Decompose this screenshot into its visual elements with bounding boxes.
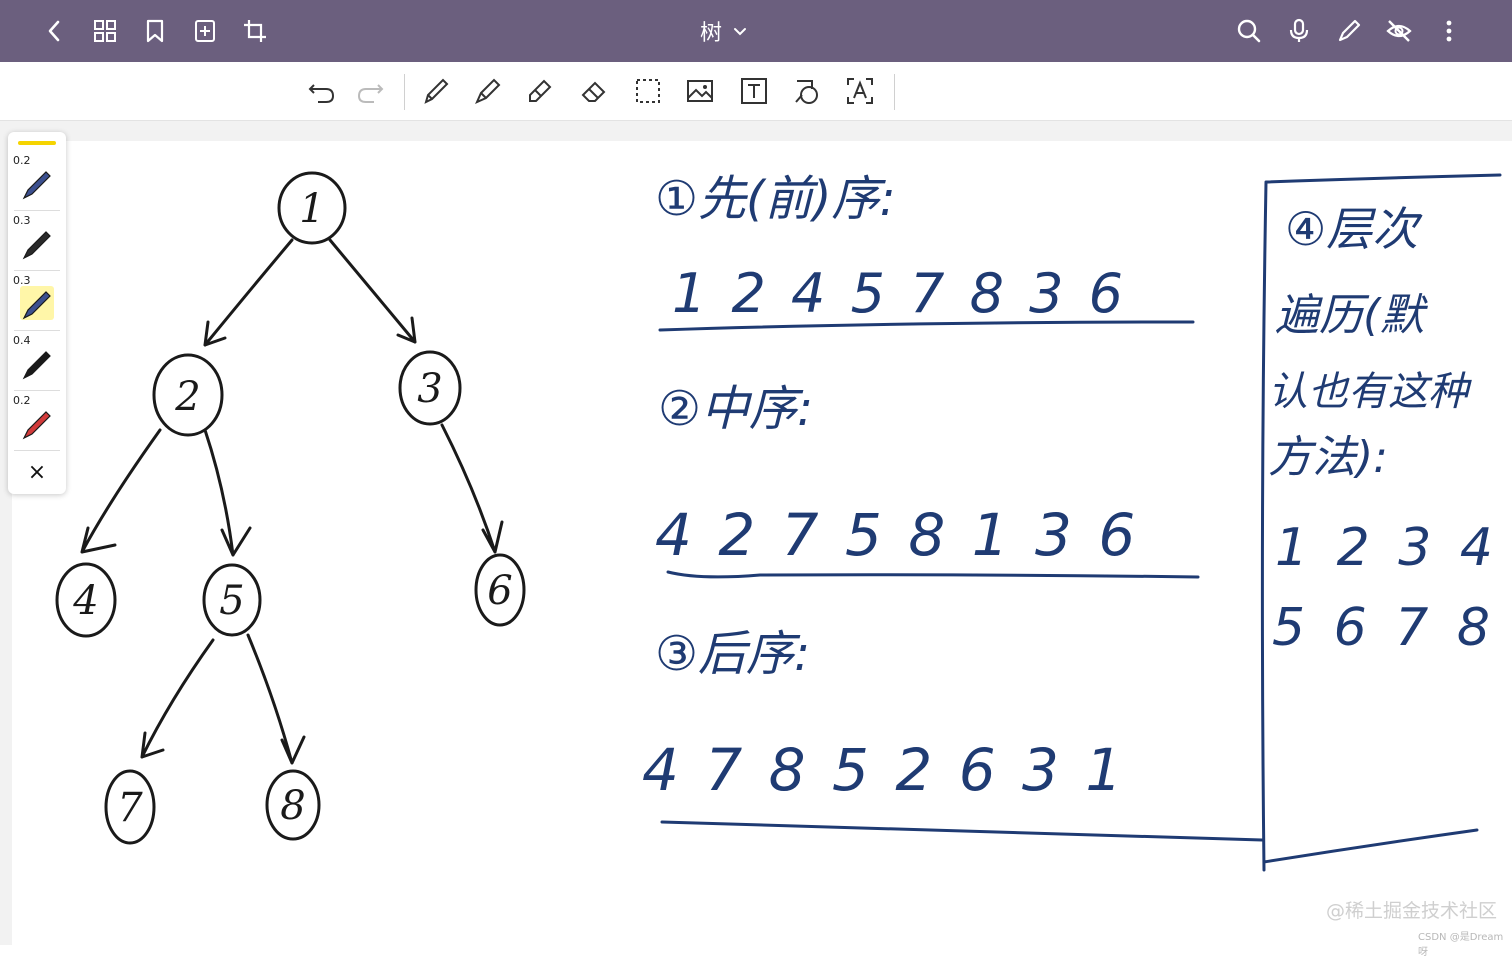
tree-edge xyxy=(203,238,294,347)
levelorder-title-line3: 认也有这种 xyxy=(1268,369,1472,415)
tree-edge xyxy=(328,238,417,344)
pen-divider xyxy=(14,450,60,451)
pen-preset-2[interactable]: 0.3 xyxy=(8,210,66,268)
preorder-sequence: 1 2 4 5 7 8 3 6 xyxy=(672,262,1127,325)
inorder-sequence: 4 2 7 5 8 1 3 6 xyxy=(655,501,1139,569)
tree-node-label: 5 xyxy=(219,578,244,624)
inorder-title: ②中序: xyxy=(658,381,813,437)
pen-icon xyxy=(22,171,51,200)
pen-preset-4[interactable]: 0.4 xyxy=(8,330,66,388)
tree-edge xyxy=(440,423,504,554)
underline xyxy=(660,820,1264,842)
levelorder-title-line1: ④层次 xyxy=(1285,202,1423,256)
tree-edge xyxy=(203,428,252,557)
tree-node-label: 6 xyxy=(487,568,512,614)
levelorder-sequence-line1: 1 2 3 4 xyxy=(1275,518,1499,578)
pen-icon xyxy=(22,231,51,260)
tree-edge xyxy=(140,638,215,759)
tree-node-label: 3 xyxy=(417,366,442,412)
levelorder-sequence-line2: 5 6 7 8 xyxy=(1272,598,1496,658)
levelorder-title-line4: 方法): xyxy=(1268,432,1388,483)
pen-icon xyxy=(22,411,51,440)
close-pen-panel-button[interactable]: × xyxy=(8,454,66,490)
postorder-title: ③后序: xyxy=(655,626,810,682)
underline xyxy=(666,570,1200,579)
postorder-sequence: 4 7 8 5 2 6 3 1 xyxy=(642,736,1126,804)
tree-node-label: 8 xyxy=(280,783,305,829)
tree-node-label: 2 xyxy=(174,374,200,420)
pen-preset-5[interactable]: 0.2 xyxy=(8,390,66,448)
tree-node-label: 1 xyxy=(299,186,324,232)
tree-edge xyxy=(246,633,306,765)
pen-presets-panel: 0.2 0.3 0.3 0.4 0.2 × xyxy=(8,132,66,494)
tree-node-label: 4 xyxy=(72,578,98,624)
selected-pen-indicator xyxy=(18,141,56,145)
preorder-title: ①先(前)序: xyxy=(655,171,896,227)
watermark-sub: CSDN @是Dream呀 xyxy=(1418,932,1504,958)
pen-icon xyxy=(22,291,51,320)
pen-preset-1[interactable]: 0.2 xyxy=(8,150,66,208)
handwriting-layer: 1 2 3 4 5 6 7 8 ①先(前)序: 1 2 4 5 7 8 3 6 … xyxy=(55,171,1502,872)
levelorder-title-line2: 遍历(默 xyxy=(1275,290,1428,341)
tree-edge xyxy=(80,428,162,554)
watermark: @稀土掘金技术社区 xyxy=(1326,900,1498,922)
pen-icon xyxy=(22,351,51,380)
pen-preset-3[interactable]: 0.3 xyxy=(8,270,66,328)
tree-node-label: 7 xyxy=(117,785,143,831)
